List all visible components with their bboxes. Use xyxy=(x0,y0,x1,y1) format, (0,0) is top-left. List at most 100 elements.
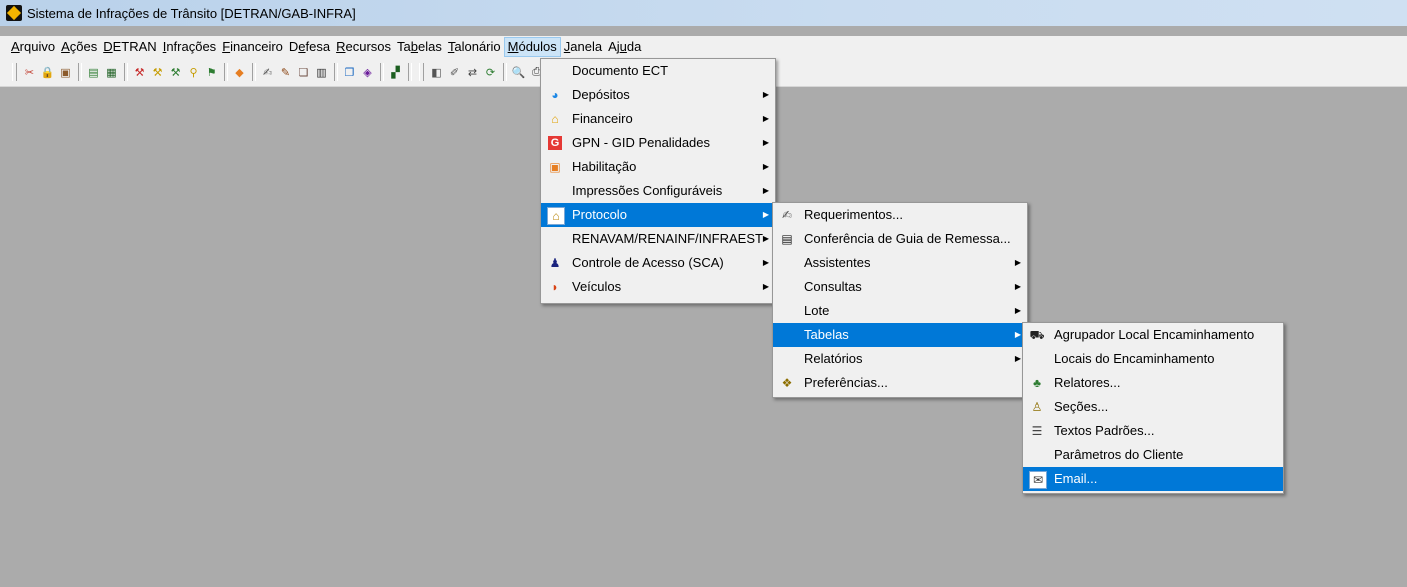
edit-icon[interactable]: ✐ xyxy=(446,64,463,81)
modulos-item-renavam[interactable]: RENAVAM/RENAINF/INFRAEST ▶ xyxy=(541,227,775,251)
modulos-item-sca[interactable]: ♟ Controle de Acesso (SCA) ▶ xyxy=(541,251,775,275)
tool-red-icon[interactable]: ⚒ xyxy=(131,64,148,81)
search-tool-icon[interactable]: ⚲ xyxy=(185,64,202,81)
texts-icon: ☰ xyxy=(1031,424,1043,438)
submenu-arrow-icon: ▶ xyxy=(762,234,769,243)
group-icon: ⛟ xyxy=(1029,328,1045,342)
item-label: Conferência de Guia de Remessa... xyxy=(804,231,1011,246)
protocolo-item-preferencias[interactable]: ❖ Preferências... xyxy=(773,371,1027,395)
item-label: Lote xyxy=(804,303,830,318)
refresh-icon[interactable]: ⟳ xyxy=(482,64,499,81)
windows-icon[interactable]: ❐ xyxy=(341,64,358,81)
lock-icon[interactable]: 🔒 xyxy=(39,64,56,81)
tabelas-item-secoes[interactable]: ♙ Seções... xyxy=(1023,395,1283,419)
sections-icon: ♙ xyxy=(1031,400,1043,414)
tabelas-item-agrupador[interactable]: ⛟ Agrupador Local Encaminhamento xyxy=(1023,323,1283,347)
protocolo-submenu: ✍ Requerimentos... ▤ Conferência de Guia… xyxy=(772,202,1028,398)
item-label: Assistentes xyxy=(804,255,871,270)
item-label: Parâmetros do Cliente xyxy=(1054,447,1184,462)
item-label: Veículos xyxy=(572,279,622,294)
menu-ajuda[interactable]: Ajuda xyxy=(605,37,644,57)
item-label: GPN - GID Penalidades xyxy=(572,135,711,150)
submenu-arrow-icon: ▶ xyxy=(762,282,769,291)
modulos-item-documento-ect[interactable]: Documento ECT xyxy=(541,59,775,83)
cut-icon[interactable]: ✂ xyxy=(21,64,38,81)
form-icon[interactable]: ▦ xyxy=(103,64,120,81)
modulos-item-impressoes[interactable]: Impressões Configuráveis ▶ xyxy=(541,179,775,203)
submenu-arrow-icon: ▶ xyxy=(762,210,769,219)
protocolo-item-relatorios[interactable]: Relatórios ▶ xyxy=(773,347,1027,371)
modulos-item-gpn[interactable]: G GPN - GID Penalidades ▶ xyxy=(541,131,775,155)
menu-janela[interactable]: Janela xyxy=(561,37,605,57)
submenu-arrow-icon: ▶ xyxy=(1014,330,1021,339)
protocolo-item-assistentes[interactable]: Assistentes ▶ xyxy=(773,251,1027,275)
stamp-icon[interactable]: ✎ xyxy=(277,64,294,81)
paste-icon[interactable]: ▣ xyxy=(57,64,74,81)
archive-icon[interactable]: ▥ xyxy=(313,64,330,81)
toolbar-separator xyxy=(380,63,384,81)
menu-financeiro[interactable]: Financeiro xyxy=(219,37,286,57)
toolbar-separator xyxy=(334,63,338,81)
toolbar-separator xyxy=(124,63,128,81)
modulos-menu: Documento ECT ◕ Depósitos ▶ ⌂ Financeiro… xyxy=(540,58,776,304)
modulos-item-veiculos[interactable]: ◗ Veículos ▶ xyxy=(541,275,775,299)
properties-icon[interactable]: ◧ xyxy=(428,64,445,81)
tool-green-icon[interactable]: ⚒ xyxy=(167,64,184,81)
item-label: Preferências... xyxy=(804,375,888,390)
menu-infracoes[interactable]: Infrações xyxy=(160,37,220,57)
menu-arquivo[interactable]: Arquivo xyxy=(0,37,58,57)
menu-talonario[interactable]: Talonário xyxy=(445,37,504,57)
network-icon[interactable]: ⇄ xyxy=(464,64,481,81)
item-label: Relatores... xyxy=(1054,375,1121,390)
menu-defesa[interactable]: Defesa xyxy=(286,37,333,57)
diamond-icon[interactable]: ◆ xyxy=(231,64,248,81)
protocol-icon: ⌂ xyxy=(547,207,565,225)
preview-icon[interactable]: 🔍 xyxy=(510,64,527,81)
item-label: Tabelas xyxy=(804,327,849,342)
chart-icon[interactable]: ▞ xyxy=(387,64,404,81)
modulos-item-protocolo[interactable]: ⌂ Protocolo ▶ xyxy=(541,203,775,227)
docs-icon[interactable]: ❏ xyxy=(295,64,312,81)
tabelas-item-email[interactable]: ✉ Email... xyxy=(1023,467,1283,491)
item-label: Financeiro xyxy=(572,111,633,126)
tabelas-item-relatores[interactable]: ♣ Relatores... xyxy=(1023,371,1283,395)
book-icon[interactable]: ◈ xyxy=(359,64,376,81)
menu-recursos[interactable]: Recursos xyxy=(333,37,394,57)
item-label: Impressões Configuráveis xyxy=(572,183,723,198)
toolbar-grip[interactable] xyxy=(419,63,424,81)
card-icon[interactable]: ▤ xyxy=(85,64,102,81)
menu-modulos[interactable]: Módulos xyxy=(503,37,561,57)
item-label: Relatórios xyxy=(804,351,863,366)
modulos-item-habilitacao[interactable]: ▣ Habilitação ▶ xyxy=(541,155,775,179)
protocolo-item-consultas[interactable]: Consultas ▶ xyxy=(773,275,1027,299)
tabelas-item-locais[interactable]: Locais do Encaminhamento xyxy=(1023,347,1283,371)
sign-icon[interactable]: ✍ xyxy=(259,64,276,81)
menu-bar: Arquivo Ações DETRAN Infrações Financeir… xyxy=(0,36,1407,58)
menu-tabelas[interactable]: Tabelas xyxy=(394,37,445,57)
submenu-arrow-icon: ▶ xyxy=(762,258,769,267)
protocolo-item-requerimentos[interactable]: ✍ Requerimentos... xyxy=(773,203,1027,227)
modulos-item-depositos[interactable]: ◕ Depósitos ▶ xyxy=(541,83,775,107)
license-icon: ▣ xyxy=(549,160,561,174)
menu-detran[interactable]: DETRAN xyxy=(100,37,159,57)
tool-yellow-icon[interactable]: ⚒ xyxy=(149,64,166,81)
protocolo-item-conferencia[interactable]: ▤ Conferência de Guia de Remessa... xyxy=(773,227,1027,251)
item-label: Agrupador Local Encaminhamento xyxy=(1054,327,1255,342)
tabelas-item-parametros[interactable]: Parâmetros do Cliente xyxy=(1023,443,1283,467)
toolbar-separator xyxy=(252,63,256,81)
protocolo-item-tabelas[interactable]: Tabelas ▶ xyxy=(773,323,1027,347)
email-icon: ✉ xyxy=(1029,471,1047,489)
item-label: Textos Padrões... xyxy=(1054,423,1155,438)
flag-icon[interactable]: ⚑ xyxy=(203,64,220,81)
item-label: Seções... xyxy=(1054,399,1109,414)
item-label: RENAVAM/RENAINF/INFRAEST xyxy=(572,231,763,246)
finance-icon: ⌂ xyxy=(551,112,559,126)
modulos-item-financeiro[interactable]: ⌂ Financeiro ▶ xyxy=(541,107,775,131)
toolbar-grip[interactable] xyxy=(12,63,17,81)
toolbar-separator xyxy=(78,63,82,81)
menu-acoes[interactable]: Ações xyxy=(58,37,100,57)
rapporteur-icon: ♣ xyxy=(1033,376,1041,390)
item-label: Controle de Acesso (SCA) xyxy=(572,255,724,270)
protocolo-item-lote[interactable]: Lote ▶ xyxy=(773,299,1027,323)
tabelas-item-textos[interactable]: ☰ Textos Padrões... xyxy=(1023,419,1283,443)
